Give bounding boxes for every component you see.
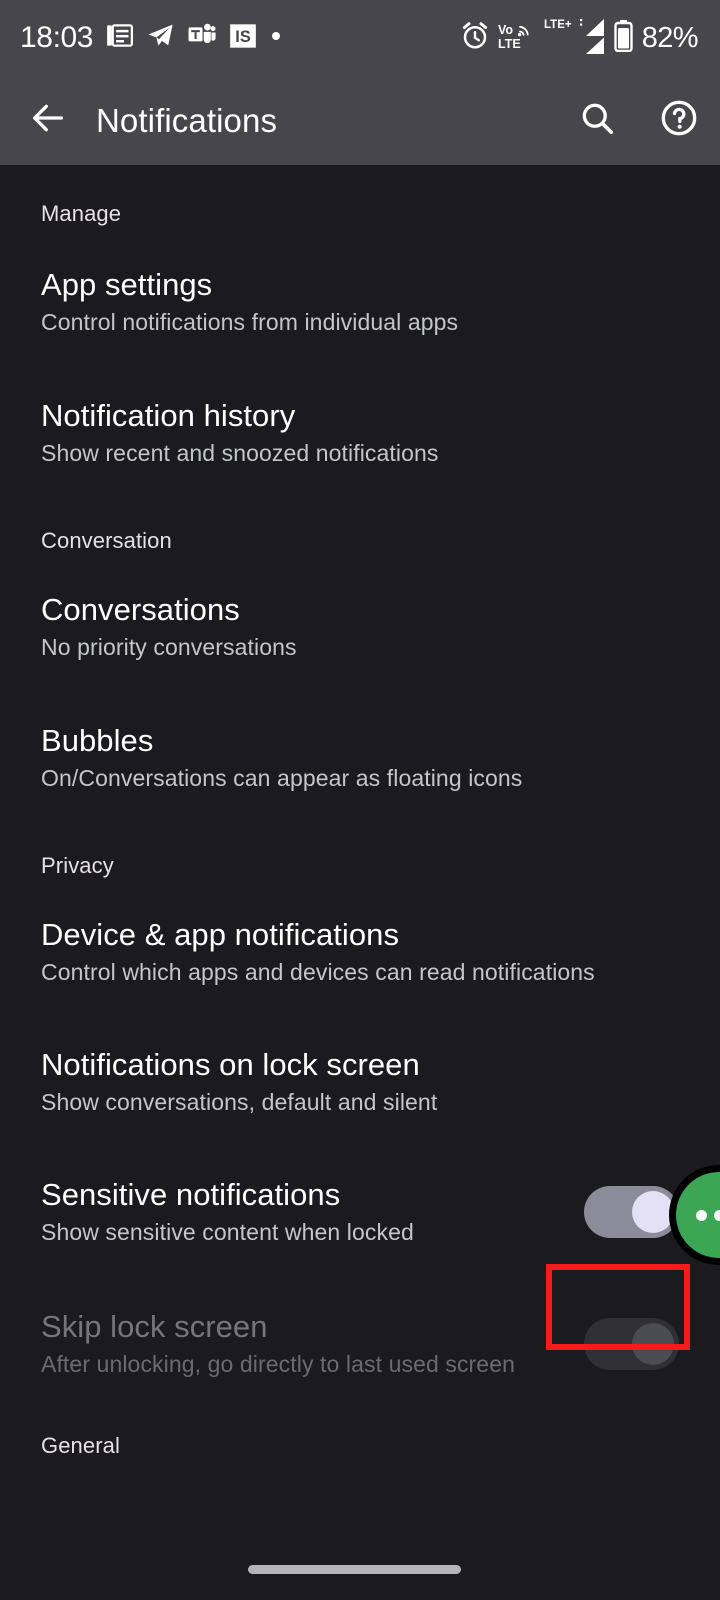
status-bar-right: Vo LTE LTE+ 82% [460, 16, 699, 61]
alarm-icon [460, 21, 490, 56]
row-subtitle: Show sensitive content when locked [41, 1218, 414, 1245]
row-title: Conversations [41, 592, 240, 628]
row-notifications-on-lock-screen[interactable]: Notifications on lock screen Show conver… [0, 1041, 720, 1123]
lte-plus-signal-icon: LTE+ [544, 16, 606, 61]
bubble-dot [695, 1209, 707, 1221]
row-text: Conversations No priority conversations [41, 592, 679, 661]
section-header-manage: Manage [41, 201, 122, 226]
status-bar: 18:03 IS Vo LTE LTE+ 82% [0, 0, 720, 76]
toggle-knob [632, 1323, 674, 1365]
row-device-and-app-notifications[interactable]: Device & app notifications Control which… [0, 911, 720, 993]
row-notification-history[interactable]: Notification history Show recent and sno… [0, 392, 720, 474]
row-text: App settings Control notifications from … [41, 267, 679, 336]
page-title: Notifications [96, 101, 278, 139]
row-skip-lock-screen: Skip lock screen After unlocking, go dir… [0, 1303, 720, 1385]
row-subtitle: No priority conversations [41, 633, 297, 660]
search-button[interactable] [556, 99, 638, 142]
row-bubbles[interactable]: Bubbles On/Conversations can appear as f… [0, 717, 720, 799]
row-text: Notifications on lock screen Show conver… [41, 1047, 679, 1116]
microsoft-teams-icon [188, 22, 216, 54]
row-conversations[interactable]: Conversations No priority conversations [0, 586, 720, 668]
battery-percent-label: 82% [641, 21, 699, 54]
row-title: Notification history [41, 398, 296, 434]
row-text: Notification history Show recent and sno… [41, 398, 679, 467]
row-text: Device & app notifications Control which… [41, 917, 679, 986]
back-button[interactable] [0, 98, 96, 143]
row-title: Bubbles [41, 723, 154, 759]
skip-lock-screen-toggle [584, 1318, 679, 1370]
section-header-privacy: Privacy [41, 853, 114, 878]
telegram-icon [146, 21, 175, 55]
row-title: Skip lock screen [41, 1309, 268, 1345]
row-text: Sensitive notifications Show sensitive c… [41, 1177, 584, 1246]
settings-list[interactable]: Manage App settings Control notification… [0, 165, 720, 1600]
search-icon [578, 99, 616, 142]
help-icon [659, 98, 699, 143]
row-subtitle: On/Conversations can appear as floating … [41, 764, 523, 791]
section-header-general: General [41, 1433, 120, 1458]
sensitive-notifications-toggle[interactable] [584, 1186, 679, 1238]
is-app-icon: IS [229, 22, 257, 55]
row-title: Device & app notifications [41, 917, 399, 953]
row-text: Skip lock screen After unlocking, go dir… [41, 1309, 584, 1378]
row-subtitle: Control notifications from individual ap… [41, 308, 459, 335]
help-button[interactable] [638, 98, 720, 143]
row-title: Notifications on lock screen [41, 1047, 420, 1083]
toggle-knob [632, 1191, 674, 1233]
row-subtitle: Show conversations, default and silent [41, 1088, 438, 1115]
section-header-conversation: Conversation [41, 528, 172, 553]
row-subtitle: Control which apps and devices can read … [41, 958, 595, 985]
row-text: Bubbles On/Conversations can appear as f… [41, 723, 679, 792]
row-sensitive-notifications[interactable]: Sensitive notifications Show sensitive c… [0, 1171, 720, 1253]
status-bar-left: 18:03 IS [20, 21, 282, 55]
volte-icon: Vo LTE [498, 20, 536, 57]
row-title: Sensitive notifications [41, 1177, 341, 1213]
news-document-icon [106, 22, 134, 54]
row-subtitle: Show recent and snoozed notifications [41, 439, 439, 466]
phone-screen: 18:03 IS Vo LTE LTE+ 82% Notifications M… [0, 0, 720, 1600]
row-app-settings[interactable]: App settings Control notifications from … [0, 261, 720, 343]
row-subtitle: After unlocking, go directly to last use… [41, 1350, 515, 1377]
home-gesture-pill[interactable] [248, 1565, 461, 1574]
bubble-dot [713, 1209, 720, 1221]
svg-text:LTE: LTE [498, 37, 521, 51]
app-bar: Notifications [0, 76, 720, 165]
more-notifications-dot-icon [270, 29, 282, 47]
status-bar-clock: 18:03 [20, 21, 94, 54]
svg-text:Vo: Vo [498, 23, 513, 37]
row-title: App settings [41, 267, 213, 303]
svg-text:IS: IS [235, 27, 251, 45]
svg-text:LTE+: LTE+ [544, 19, 572, 31]
battery-icon [614, 19, 633, 57]
back-arrow-icon [28, 98, 68, 143]
